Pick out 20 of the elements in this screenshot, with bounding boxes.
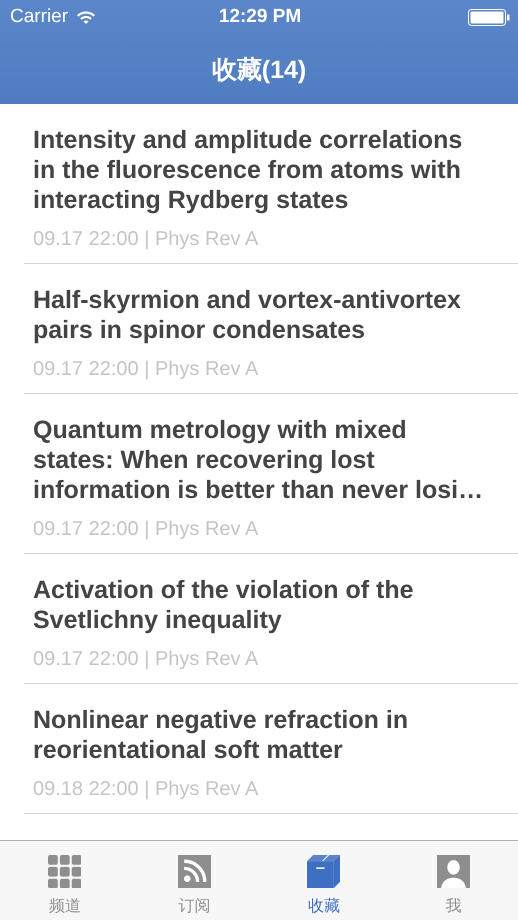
article-title[interactable]: Half-skyrmion and vortex-antivortex pairs in spinor condensates xyxy=(33,285,490,345)
article-meta: 09.17 22:00 | Phys Rev A xyxy=(33,228,260,251)
article-meta: 09.17 22:00 | Phys Rev A xyxy=(33,518,260,541)
status-time: 12:29 PM xyxy=(218,6,302,28)
article-meta: 09.18 22:00 | Phys Rev A xyxy=(33,778,260,801)
rss-icon xyxy=(178,855,211,888)
battery-icon xyxy=(468,8,510,26)
article-title[interactable]: Activation of the violation of the Svetlichny inequality xyxy=(33,575,490,635)
article-meta: 09.17 22:00 | Phys Rev A xyxy=(33,358,260,381)
box-icon xyxy=(307,855,340,888)
article-title[interactable]: Intensity and amplitude correlations in the fluorescence from atoms with interacting Rydberg states xyxy=(33,125,490,215)
carrier-name: Carrier xyxy=(10,6,68,28)
person-icon xyxy=(436,855,470,888)
tab-item[interactable]: 收藏 xyxy=(259,841,388,920)
article-title[interactable]: Quantum metrology with mixed states: When recovering lost information is better than never losi… xyxy=(33,415,490,505)
wifi-icon xyxy=(76,10,96,24)
grid-icon xyxy=(48,855,82,888)
nav-title: 收藏(14) xyxy=(212,54,306,86)
article-meta: 09.17 22:00 | Phys Rev A xyxy=(33,648,260,671)
article-title[interactable]: Nonlinear negative refraction in reorientational soft matter xyxy=(33,705,490,765)
